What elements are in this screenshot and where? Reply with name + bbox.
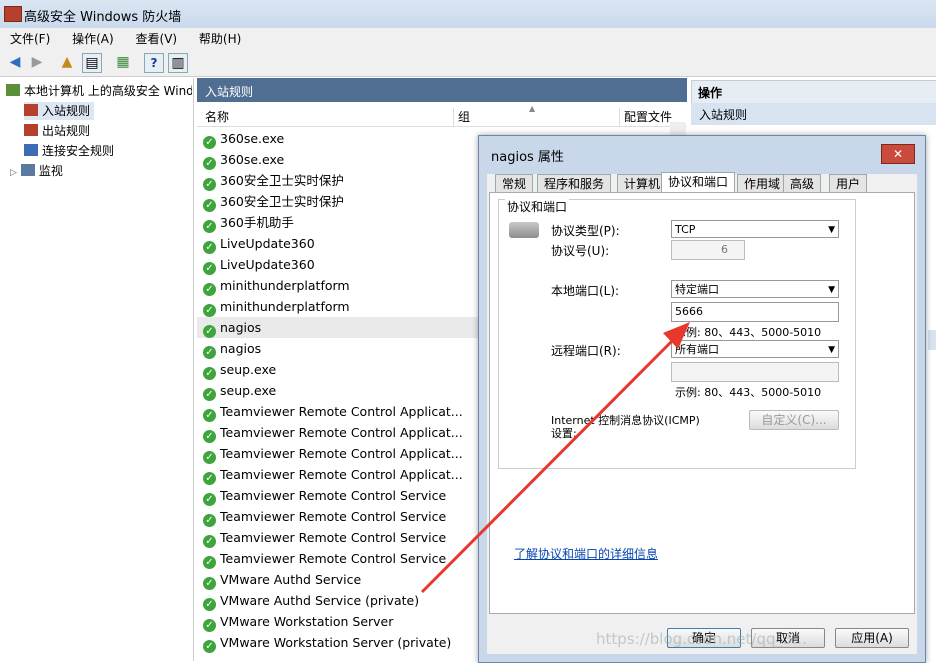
watermark: https://blog.csdn.net/qq_3...	[596, 630, 807, 648]
annotation-arrow	[420, 322, 690, 594]
annotation-arrow-line	[420, 333, 680, 594]
